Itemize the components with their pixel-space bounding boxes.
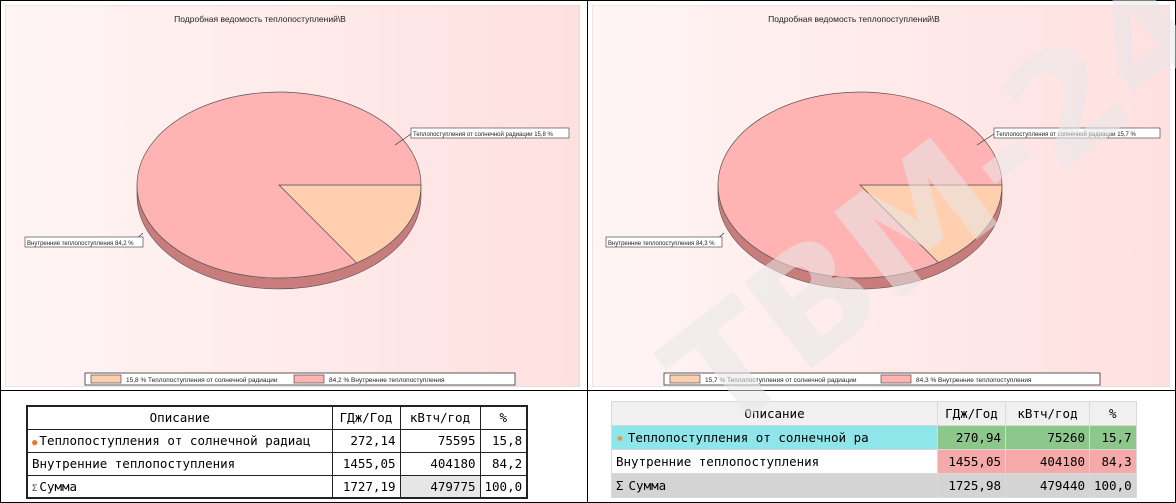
left-pie-chart: Подробная ведомость теплопоступлений\В Т… [5,5,580,387]
row-gj: 270,94 [937,425,1006,450]
right-chart-panel: Подробная ведомость теплопоступлений\В Т… [592,5,1170,387]
table-row[interactable]: ✷ Теплопоступления от солнечной ра 270,94… [611,425,1137,450]
legend: 15,8 % Теплопоступления от солнечной рад… [84,372,516,386]
col-header-pct: % [479,405,528,430]
legend-item-inner: 84,3 % Внутренние теплопоступления [916,377,1032,384]
row-kwh: 479440 [1005,473,1090,498]
row-pct: 15,7 [1089,425,1137,450]
col-header-description: Описание [26,405,333,430]
row-kwh: 75595 [399,428,481,453]
table-header-row: Описание ГДж/Год кВтч/год % [26,405,528,430]
legend-item-inner: 84,2 % Внутренние теплопоступления [329,377,445,384]
col-header-kwh: кВтч/год [399,405,481,430]
table-row-sum[interactable]: Σ Сумма 1725,98 479440 100,0 [611,473,1137,498]
row-gj: 272,14 [331,428,401,453]
left-chart-panel: Подробная ведомость теплопоступлений\В Т… [5,5,580,387]
col-header-gj: ГДж/Год [331,405,401,430]
row-kwh: 75260 [1005,425,1090,450]
row-gj: 1455,05 [331,451,401,476]
slice-label: Внутренние теплопоступления 84,2 % [27,241,134,247]
row-description: Сумма [628,478,667,493]
sun-icon: ✷ [616,430,624,446]
table-header-row: Описание ГДж/Год кВтч/год % [611,401,1137,426]
col-header-description: Описание [611,401,938,426]
right-pie-chart: Подробная ведомость теплопоступлений\В Т… [592,5,1170,387]
legend-swatch-solar [90,374,122,384]
row-description: Теплопоступления от солнечной ра [627,429,869,445]
legend-swatch-inner [880,374,912,384]
sun-icon: ● [32,438,38,448]
legend: 15,7 % Теплопоступления от солнечной рад… [663,372,1101,386]
row-gj: 1725,98 [937,473,1006,498]
table-row[interactable]: Внутренние теплопоступления 1455,05 4041… [26,451,528,476]
legend-swatch-solar [669,374,701,384]
slice-label: Теплопоступления от солнечной радиации 1… [413,131,554,138]
col-header-gj: ГДж/Год [937,401,1006,426]
vertical-divider [587,0,588,503]
table-row[interactable]: ● Теплопоступления от солнечной радиац 27… [26,428,528,453]
row-pct: 84,3 [1089,449,1137,474]
legend-item-solar: 15,7 % Теплопоступления от солнечной рад… [705,376,857,384]
row-description: Внутренние теплопоступления [26,451,333,476]
row-pct: 100,0 [479,474,528,499]
row-description: Внутренние теплопоступления [611,449,938,474]
col-header-pct: % [1089,401,1137,426]
row-kwh: 479775 [399,474,481,499]
row-description: Сумма [39,478,78,494]
sum-icon: Σ [616,478,624,493]
row-kwh: 404180 [399,451,481,476]
slice-label: Теплопоступления от солнечной радиации 1… [996,131,1137,138]
row-pct: 100,0 [1089,473,1137,498]
col-header-kwh: кВтч/год [1005,401,1090,426]
table-row-sum[interactable]: Σ Сумма 1727,19 479775 100,0 [26,474,528,499]
slice-label: Внутренние теплопоступления 84,3 % [608,241,715,247]
row-gj: 1455,05 [937,449,1006,474]
row-description: Теплопоступления от солнечной радиац [39,433,311,448]
chart-title: Подробная ведомость теплопоступлений\В [768,14,940,24]
left-results-table: Описание ГДж/Год кВтч/год % ● Теплопоступ… [26,405,529,499]
chart-title: Подробная ведомость теплопоступлений\В [174,14,346,24]
row-pct: 15,8 [479,428,528,453]
right-results-table: Описание ГДж/Год кВтч/год % ✷ Теплопоступ… [611,401,1137,498]
row-gj: 1727,19 [331,474,401,499]
row-pct: 84,2 [479,451,528,476]
sum-icon: Σ [32,483,38,494]
legend-swatch-inner [293,374,325,384]
table-row[interactable]: Внутренние теплопоступления 1455,05 4041… [611,449,1137,474]
horizontal-divider [0,390,1176,391]
row-kwh: 404180 [1005,449,1090,474]
legend-item-solar: 15,8 % Теплопоступления от солнечной рад… [126,376,278,384]
